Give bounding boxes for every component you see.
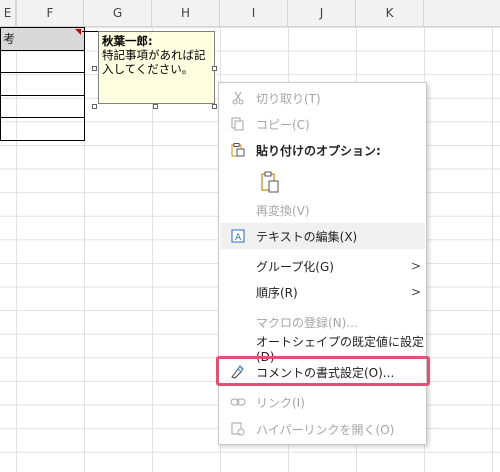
resize-handle[interactable] (212, 104, 217, 109)
resize-handle[interactable] (153, 104, 158, 109)
resize-handle[interactable] (212, 66, 217, 71)
menu-item-label: 貼り付けのオプション: (256, 143, 381, 158)
edit-text-icon: A (220, 229, 256, 243)
paste-option-button-row (220, 165, 425, 199)
table-header-cell[interactable]: 考 (0, 27, 85, 51)
column-header-h[interactable]: H (152, 0, 220, 26)
column-header-j[interactable]: J (288, 0, 356, 26)
link-icon (220, 396, 256, 408)
menu-item-label: テキストの編集(X) (256, 229, 358, 244)
context-menu: 切り取り(T) コピー(C) 貼り付けのオプション: 再変換(V) A テキスト… (218, 82, 427, 445)
menu-item-label: 切り取り(T) (256, 91, 321, 106)
menu-item-label: 再変換(V) (256, 203, 310, 218)
menu-item-open-hyperlink[interactable]: ハイパーリンクを開く(O) (220, 416, 425, 442)
table-cell[interactable] (0, 49, 85, 73)
menu-item-label: マクロの登録(N)... (256, 315, 358, 330)
chevron-right-icon: > (411, 285, 422, 299)
svg-text:A: A (235, 233, 242, 243)
table-cell[interactable] (0, 72, 85, 96)
menu-item-copy[interactable]: コピー(C) (220, 111, 425, 137)
menu-item-label: 順序(R) (256, 285, 298, 300)
menu-item-paste-options: 貼り付けのオプション: (220, 137, 425, 163)
scissors-icon (220, 91, 256, 105)
comment-text: 特記事項があれば記入してください。 (102, 48, 206, 76)
paste-clipboard-icon[interactable] (220, 171, 320, 193)
clipboard-icon (220, 143, 256, 157)
menu-item-label: コピー(C) (256, 117, 310, 132)
column-header-k[interactable]: K (356, 0, 424, 26)
menu-item-label: グループ化(G) (256, 259, 334, 274)
highlight-frame (216, 356, 430, 386)
copy-icon (220, 117, 256, 131)
comment-indicator (75, 29, 81, 35)
chevron-right-icon: > (411, 259, 422, 273)
menu-item-group[interactable]: グループ化(G) > (220, 253, 425, 279)
menu-item-label: ハイパーリンクを開く(O) (256, 422, 395, 437)
column-header-e[interactable]: E (0, 0, 16, 26)
menu-item-link[interactable]: リンク(I) (220, 389, 425, 415)
comment-connector (82, 31, 98, 32)
menu-item-edit-text[interactable]: A テキストの編集(X) (220, 223, 425, 249)
menu-item-reconvert[interactable]: 再変換(V) (220, 197, 425, 223)
resize-handle[interactable] (92, 104, 97, 109)
column-header-g[interactable]: G (84, 0, 152, 26)
table-cell[interactable] (0, 117, 85, 141)
menu-item-order[interactable]: 順序(R) > (220, 279, 425, 305)
globe-link-icon (220, 422, 256, 436)
resize-handle[interactable] (92, 66, 97, 71)
column-header-i[interactable]: I (220, 0, 288, 26)
column-header-f[interactable]: F (16, 0, 84, 26)
comment-box[interactable]: 秋葉一郎: 特記事項があれば記入してください。 (98, 31, 215, 104)
table-cell[interactable] (0, 94, 85, 118)
menu-item-label: リンク(I) (256, 395, 305, 410)
bordered-cell-range: 考 (0, 27, 85, 141)
column-header-bar: E F G H I J K (0, 0, 500, 27)
menu-item-assign-macro[interactable]: マクロの登録(N)... (220, 309, 425, 335)
comment-author: 秋葉一郎: (102, 34, 153, 48)
menu-item-cut[interactable]: 切り取り(T) (220, 85, 425, 111)
